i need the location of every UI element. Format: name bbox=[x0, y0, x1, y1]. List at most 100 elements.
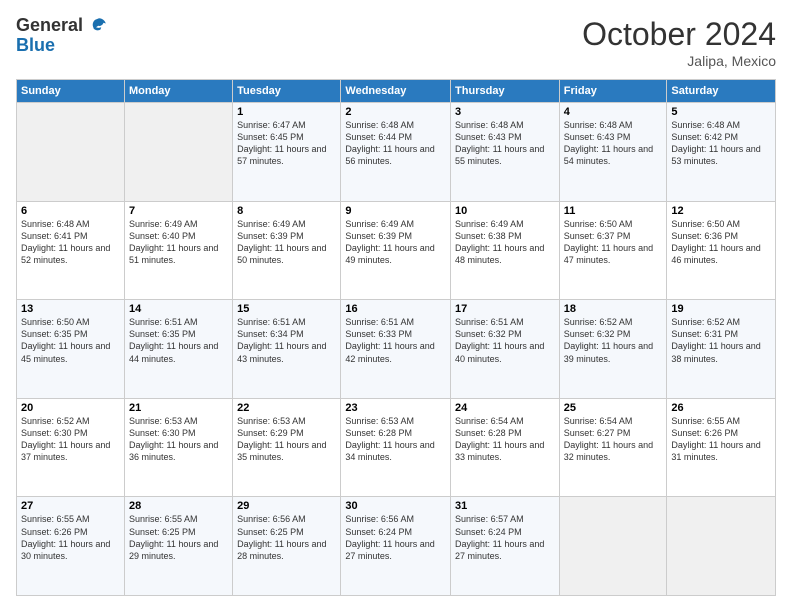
day-cell: 18 Sunrise: 6:52 AMSunset: 6:32 PMDayligh… bbox=[559, 300, 667, 399]
day-number: 15 bbox=[237, 303, 336, 315]
day-info: Sunrise: 6:50 AMSunset: 6:35 PMDaylight:… bbox=[21, 317, 110, 363]
day-info: Sunrise: 6:52 AMSunset: 6:30 PMDaylight:… bbox=[21, 416, 110, 462]
day-number: 4 bbox=[564, 106, 663, 118]
weekday-saturday: Saturday bbox=[667, 80, 776, 103]
day-cell: 17 Sunrise: 6:51 AMSunset: 6:32 PMDayligh… bbox=[451, 300, 560, 399]
day-info: Sunrise: 6:50 AMSunset: 6:36 PMDaylight:… bbox=[671, 219, 760, 265]
day-cell: 20 Sunrise: 6:52 AMSunset: 6:30 PMDayligh… bbox=[17, 398, 125, 497]
day-cell bbox=[17, 103, 125, 202]
week-row-2: 13 Sunrise: 6:50 AMSunset: 6:35 PMDayligh… bbox=[17, 300, 776, 399]
day-number: 6 bbox=[21, 205, 120, 217]
day-info: Sunrise: 6:53 AMSunset: 6:30 PMDaylight:… bbox=[129, 416, 218, 462]
weekday-monday: Monday bbox=[124, 80, 232, 103]
day-number: 9 bbox=[345, 205, 446, 217]
day-info: Sunrise: 6:47 AMSunset: 6:45 PMDaylight:… bbox=[237, 120, 326, 166]
day-cell: 3 Sunrise: 6:48 AMSunset: 6:43 PMDaylight… bbox=[451, 103, 560, 202]
logo-text: General Blue bbox=[16, 16, 108, 56]
weekday-tuesday: Tuesday bbox=[233, 80, 341, 103]
day-info: Sunrise: 6:51 AMSunset: 6:35 PMDaylight:… bbox=[129, 317, 218, 363]
day-info: Sunrise: 6:54 AMSunset: 6:27 PMDaylight:… bbox=[564, 416, 653, 462]
day-info: Sunrise: 6:49 AMSunset: 6:38 PMDaylight:… bbox=[455, 219, 544, 265]
day-number: 27 bbox=[21, 500, 120, 512]
day-number: 21 bbox=[129, 402, 228, 414]
day-info: Sunrise: 6:48 AMSunset: 6:44 PMDaylight:… bbox=[345, 120, 434, 166]
day-cell: 19Sunrise: 6:52 AMSunset: 6:31 PMDayligh… bbox=[667, 300, 776, 399]
day-number: 17 bbox=[455, 303, 555, 315]
day-cell: 14Sunrise: 6:51 AMSunset: 6:35 PMDayligh… bbox=[124, 300, 232, 399]
day-info: Sunrise: 6:48 AMSunset: 6:43 PMDaylight:… bbox=[455, 120, 544, 166]
day-number: 2 bbox=[345, 106, 446, 118]
day-number: 3 bbox=[455, 106, 555, 118]
day-number: 11 bbox=[564, 205, 663, 217]
day-number: 30 bbox=[345, 500, 446, 512]
day-info: Sunrise: 6:49 AMSunset: 6:39 PMDaylight:… bbox=[345, 219, 434, 265]
day-number: 26 bbox=[671, 402, 771, 414]
day-info: Sunrise: 6:55 AMSunset: 6:25 PMDaylight:… bbox=[129, 514, 218, 560]
day-info: Sunrise: 6:51 AMSunset: 6:33 PMDaylight:… bbox=[345, 317, 434, 363]
weekday-sunday: Sunday bbox=[17, 80, 125, 103]
weekday-wednesday: Wednesday bbox=[341, 80, 451, 103]
day-cell: 26 Sunrise: 6:55 AMSunset: 6:26 PMDayligh… bbox=[667, 398, 776, 497]
day-number: 28 bbox=[129, 500, 228, 512]
day-cell: 23 Sunrise: 6:53 AMSunset: 6:28 PMDayligh… bbox=[341, 398, 451, 497]
day-info: Sunrise: 6:53 AMSunset: 6:29 PMDaylight:… bbox=[237, 416, 326, 462]
weekday-friday: Friday bbox=[559, 80, 667, 103]
day-info: Sunrise: 6:55 AMSunset: 6:26 PMDaylight:… bbox=[21, 514, 110, 560]
day-cell: 6 Sunrise: 6:48 AMSunset: 6:41 PMDaylight… bbox=[17, 201, 125, 300]
day-cell: 16 Sunrise: 6:51 AMSunset: 6:33 PMDayligh… bbox=[341, 300, 451, 399]
day-number: 7 bbox=[129, 205, 228, 217]
day-number: 18 bbox=[564, 303, 663, 315]
logo: General Blue bbox=[16, 16, 108, 56]
day-cell: 25 Sunrise: 6:54 AMSunset: 6:27 PMDayligh… bbox=[559, 398, 667, 497]
day-info: Sunrise: 6:48 AMSunset: 6:41 PMDaylight:… bbox=[21, 219, 110, 265]
day-cell: 13 Sunrise: 6:50 AMSunset: 6:35 PMDayligh… bbox=[17, 300, 125, 399]
day-info: Sunrise: 6:56 AMSunset: 6:25 PMDaylight:… bbox=[237, 514, 326, 560]
day-info: Sunrise: 6:54 AMSunset: 6:28 PMDaylight:… bbox=[455, 416, 544, 462]
logo-general: General bbox=[16, 16, 108, 36]
day-number: 16 bbox=[345, 303, 446, 315]
day-cell: 5Sunrise: 6:48 AMSunset: 6:42 PMDaylight… bbox=[667, 103, 776, 202]
day-cell: 12 Sunrise: 6:50 AMSunset: 6:36 PMDayligh… bbox=[667, 201, 776, 300]
day-cell: 29 Sunrise: 6:56 AMSunset: 6:25 PMDayligh… bbox=[233, 497, 341, 596]
day-cell: 2 Sunrise: 6:48 AMSunset: 6:44 PMDaylight… bbox=[341, 103, 451, 202]
day-info: Sunrise: 6:50 AMSunset: 6:37 PMDaylight:… bbox=[564, 219, 653, 265]
header: General Blue October 2024 Jalipa, Mexico bbox=[16, 16, 776, 69]
day-info: Sunrise: 6:57 AMSunset: 6:24 PMDaylight:… bbox=[455, 514, 544, 560]
week-row-1: 6 Sunrise: 6:48 AMSunset: 6:41 PMDaylight… bbox=[17, 201, 776, 300]
day-cell: 15Sunrise: 6:51 AMSunset: 6:34 PMDayligh… bbox=[233, 300, 341, 399]
day-info: Sunrise: 6:53 AMSunset: 6:28 PMDaylight:… bbox=[345, 416, 434, 462]
day-info: Sunrise: 6:49 AMSunset: 6:40 PMDaylight:… bbox=[129, 219, 218, 265]
day-cell: 8Sunrise: 6:49 AMSunset: 6:39 PMDaylight… bbox=[233, 201, 341, 300]
week-row-4: 27 Sunrise: 6:55 AMSunset: 6:26 PMDayligh… bbox=[17, 497, 776, 596]
day-number: 10 bbox=[455, 205, 555, 217]
day-cell: 7 Sunrise: 6:49 AMSunset: 6:40 PMDaylight… bbox=[124, 201, 232, 300]
day-cell bbox=[124, 103, 232, 202]
day-info: Sunrise: 6:55 AMSunset: 6:26 PMDaylight:… bbox=[671, 416, 760, 462]
day-cell: 10 Sunrise: 6:49 AMSunset: 6:38 PMDayligh… bbox=[451, 201, 560, 300]
day-info: Sunrise: 6:48 AMSunset: 6:43 PMDaylight:… bbox=[564, 120, 653, 166]
page: General Blue October 2024 Jalipa, Mexico… bbox=[0, 0, 792, 612]
day-number: 13 bbox=[21, 303, 120, 315]
day-number: 23 bbox=[345, 402, 446, 414]
location: Jalipa, Mexico bbox=[582, 53, 776, 69]
title-block: October 2024 Jalipa, Mexico bbox=[582, 16, 776, 69]
day-cell: 31 Sunrise: 6:57 AMSunset: 6:24 PMDayligh… bbox=[451, 497, 560, 596]
week-row-3: 20 Sunrise: 6:52 AMSunset: 6:30 PMDayligh… bbox=[17, 398, 776, 497]
day-number: 25 bbox=[564, 402, 663, 414]
logo-blue: Blue bbox=[16, 36, 108, 56]
day-number: 29 bbox=[237, 500, 336, 512]
day-cell: 1Sunrise: 6:47 AMSunset: 6:45 PMDaylight… bbox=[233, 103, 341, 202]
day-number: 19 bbox=[671, 303, 771, 315]
day-cell: 9 Sunrise: 6:49 AMSunset: 6:39 PMDaylight… bbox=[341, 201, 451, 300]
day-info: Sunrise: 6:51 AMSunset: 6:32 PMDaylight:… bbox=[455, 317, 544, 363]
day-cell: 30 Sunrise: 6:56 AMSunset: 6:24 PMDayligh… bbox=[341, 497, 451, 596]
day-number: 22 bbox=[237, 402, 336, 414]
day-cell: 11 Sunrise: 6:50 AMSunset: 6:37 PMDayligh… bbox=[559, 201, 667, 300]
day-number: 31 bbox=[455, 500, 555, 512]
month-title: October 2024 bbox=[582, 16, 776, 53]
day-number: 20 bbox=[21, 402, 120, 414]
day-info: Sunrise: 6:52 AMSunset: 6:32 PMDaylight:… bbox=[564, 317, 653, 363]
day-number: 8 bbox=[237, 205, 336, 217]
day-info: Sunrise: 6:56 AMSunset: 6:24 PMDaylight:… bbox=[345, 514, 434, 560]
day-number: 12 bbox=[671, 205, 771, 217]
